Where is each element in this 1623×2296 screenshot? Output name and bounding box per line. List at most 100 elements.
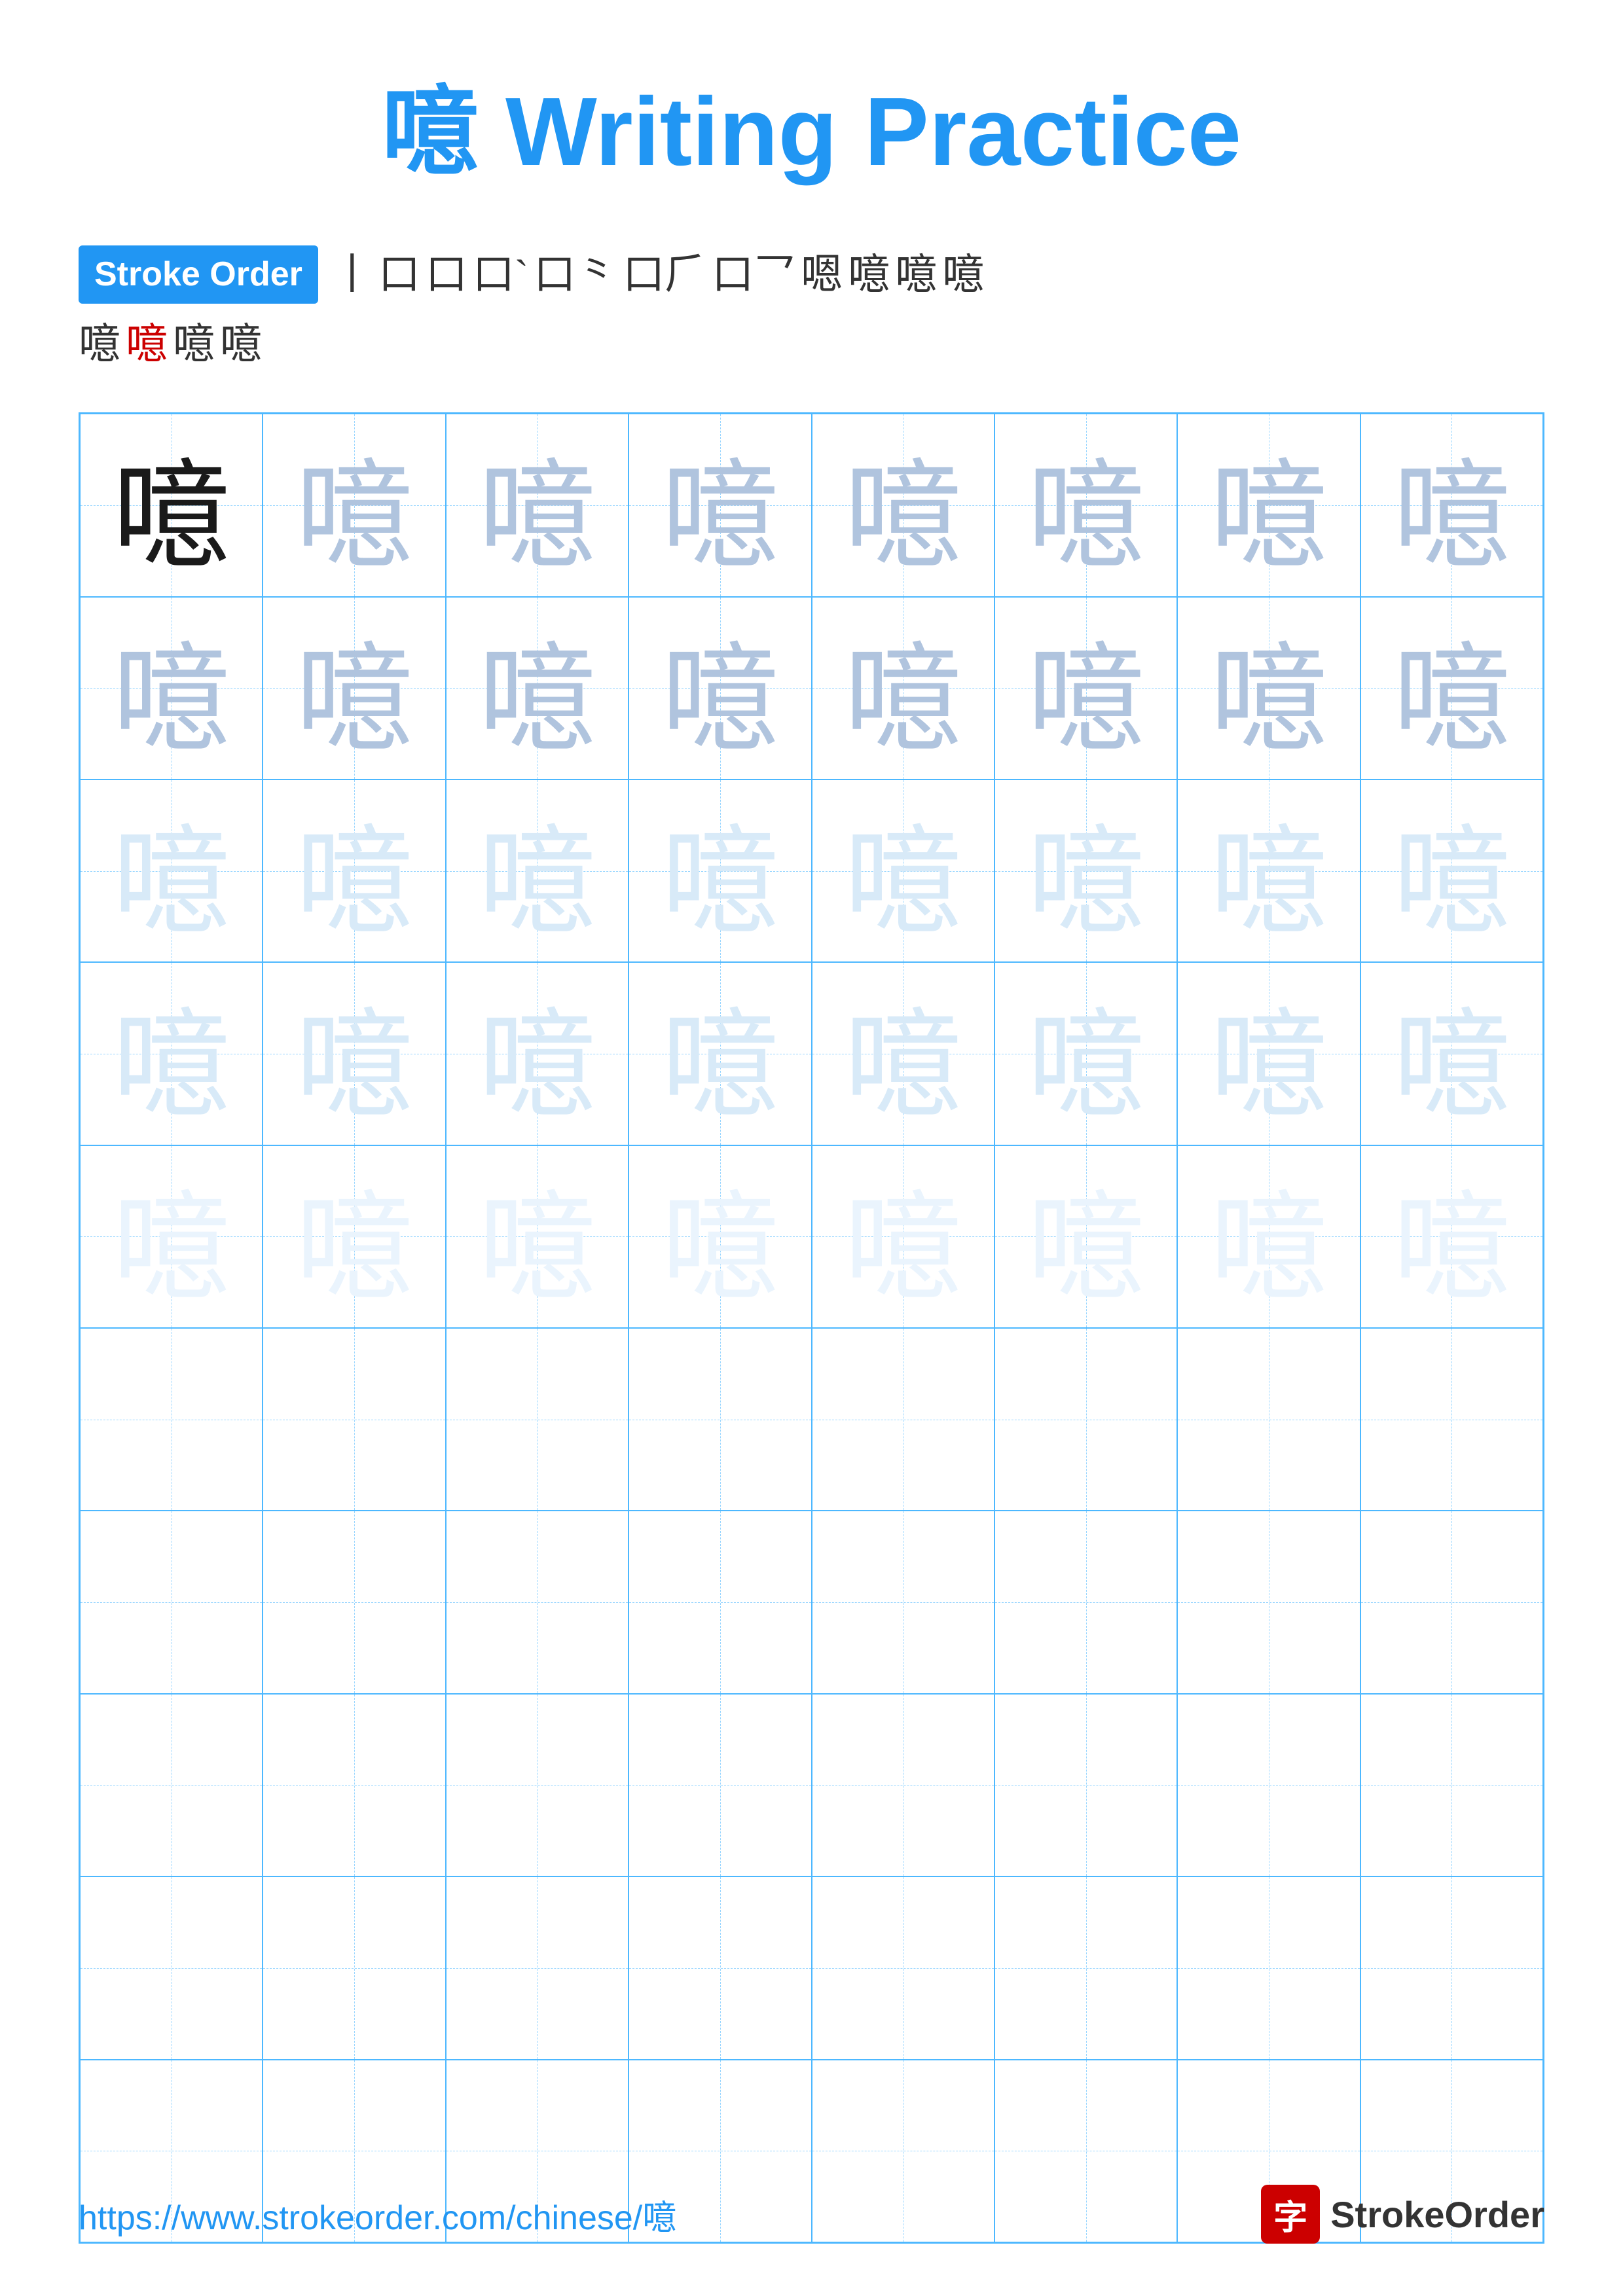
cell-character: 噫	[113, 969, 230, 1139]
cell-character: 噫	[661, 603, 779, 774]
grid-cell[interactable]: 噫	[994, 1145, 1177, 1328]
grid-cell[interactable]: 噫	[446, 1145, 629, 1328]
stroke-step-10: 噫	[895, 245, 937, 304]
grid-cell[interactable]: 噫	[994, 780, 1177, 962]
grid-cell[interactable]	[263, 1694, 445, 1876]
cell-character: 噫	[478, 969, 596, 1139]
grid-cell[interactable]	[80, 1694, 263, 1876]
grid-cell[interactable]: 噫	[1360, 597, 1543, 780]
grid-cell[interactable]	[629, 1694, 811, 1876]
grid-row: 噫噫噫噫噫噫噫噫	[80, 962, 1543, 1145]
cell-character: 噫	[478, 785, 596, 956]
grid-cell[interactable]: 噫	[812, 414, 994, 596]
stroke-step-14: 噫	[173, 315, 215, 374]
grid-cell[interactable]	[629, 1511, 811, 1693]
grid-cell[interactable]: 噫	[80, 1145, 263, 1328]
grid-cell[interactable]: 噫	[446, 597, 629, 780]
stroke-step-7: 口⺂	[712, 245, 795, 304]
grid-cell[interactable]	[1360, 1876, 1543, 2059]
grid-cell[interactable]	[994, 1694, 1177, 1876]
grid-cell[interactable]: 噫	[629, 597, 811, 780]
grid-cell[interactable]: 噫	[1360, 414, 1543, 596]
footer-brand: 字 StrokeOrder	[1261, 2185, 1544, 2244]
grid-cell[interactable]	[1360, 1511, 1543, 1693]
grid-cell[interactable]	[80, 1511, 263, 1693]
grid-cell[interactable]: 噫	[80, 780, 263, 962]
grid-cell[interactable]	[812, 1876, 994, 2059]
cell-character: 噫	[478, 1151, 596, 1322]
cell-character: 噫	[844, 785, 962, 956]
grid-cell[interactable]: 噫	[1177, 414, 1360, 596]
cell-character: 噫	[661, 785, 779, 956]
grid-cell[interactable]	[80, 1876, 263, 2059]
grid-cell[interactable]: 噫	[812, 1145, 994, 1328]
grid-cell[interactable]: 噫	[263, 962, 445, 1145]
grid-cell[interactable]	[263, 1511, 445, 1693]
grid-cell[interactable]	[263, 1876, 445, 2059]
footer-url: https://www.strokeorder.com/chinese/噫	[79, 2190, 676, 2239]
grid-cell[interactable]	[80, 1328, 263, 1511]
cell-character: 噫	[1210, 420, 1328, 590]
grid-cell[interactable]	[994, 1876, 1177, 2059]
grid-cell[interactable]	[812, 1694, 994, 1876]
grid-cell[interactable]: 噫	[812, 597, 994, 780]
grid-cell[interactable]	[263, 1328, 445, 1511]
cell-character: 噫	[844, 603, 962, 774]
grid-cell[interactable]: 噫	[446, 780, 629, 962]
grid-cell[interactable]	[1177, 1694, 1360, 1876]
grid-cell[interactable]: 噫	[263, 414, 445, 596]
grid-cell[interactable]: 噫	[80, 414, 263, 596]
grid-cell[interactable]: 噫	[1177, 780, 1360, 962]
grid-cell[interactable]: 噫	[1360, 1145, 1543, 1328]
grid-cell[interactable]	[994, 1511, 1177, 1693]
grid-cell[interactable]: 噫	[446, 414, 629, 596]
grid-cell[interactable]: 噫	[994, 414, 1177, 596]
grid-cell[interactable]: 噫	[812, 962, 994, 1145]
grid-row	[80, 1328, 1543, 1511]
cell-character: 噫	[1393, 1151, 1510, 1322]
grid-cell[interactable]: 噫	[446, 962, 629, 1145]
stroke-order-badge: Stroke Order	[79, 245, 318, 304]
grid-cell[interactable]	[1177, 1328, 1360, 1511]
grid-cell[interactable]: 噫	[263, 780, 445, 962]
cell-character: 噫	[844, 1151, 962, 1322]
grid-cell[interactable]	[812, 1511, 994, 1693]
grid-cell[interactable]: 噫	[1177, 962, 1360, 1145]
grid-cell[interactable]: 噫	[1360, 780, 1543, 962]
grid-cell[interactable]: 噫	[812, 780, 994, 962]
grid-cell[interactable]	[446, 1511, 629, 1693]
grid-cell[interactable]	[446, 1328, 629, 1511]
grid-cell[interactable]: 噫	[629, 1145, 811, 1328]
grid-cell[interactable]: 噫	[263, 597, 445, 780]
grid-cell[interactable]: 噫	[629, 780, 811, 962]
grid-row: 噫噫噫噫噫噫噫噫	[80, 1145, 1543, 1328]
grid-cell[interactable]	[1177, 1511, 1360, 1693]
cell-character: 噫	[1027, 420, 1145, 590]
grid-cell[interactable]: 噫	[263, 1145, 445, 1328]
grid-cell[interactable]	[1360, 1694, 1543, 1876]
stroke-step-4: 口`	[473, 245, 528, 304]
grid-cell[interactable]: 噫	[80, 597, 263, 780]
grid-cell[interactable]	[629, 1328, 811, 1511]
cell-character: 噫	[661, 420, 779, 590]
cell-character: 噫	[478, 420, 596, 590]
grid-cell[interactable]	[1177, 1876, 1360, 2059]
grid-cell[interactable]: 噫	[994, 962, 1177, 1145]
cell-character: 噫	[661, 969, 779, 1139]
grid-cell[interactable]: 噫	[1177, 1145, 1360, 1328]
grid-cell[interactable]	[1360, 1328, 1543, 1511]
grid-cell[interactable]	[994, 1328, 1177, 1511]
cell-character: 噫	[113, 603, 230, 774]
grid-cell[interactable]: 噫	[1177, 597, 1360, 780]
cell-character: 噫	[1210, 969, 1328, 1139]
grid-cell[interactable]	[446, 1876, 629, 2059]
grid-cell[interactable]: 噫	[629, 962, 811, 1145]
grid-cell[interactable]: 噫	[80, 962, 263, 1145]
grid-cell[interactable]	[629, 1876, 811, 2059]
grid-cell[interactable]: 噫	[994, 597, 1177, 780]
grid-cell[interactable]: 噫	[1360, 962, 1543, 1145]
grid-cell[interactable]	[446, 1694, 629, 1876]
grid-cell[interactable]: 噫	[629, 414, 811, 596]
grid-row	[80, 1511, 1543, 1693]
grid-cell[interactable]	[812, 1328, 994, 1511]
